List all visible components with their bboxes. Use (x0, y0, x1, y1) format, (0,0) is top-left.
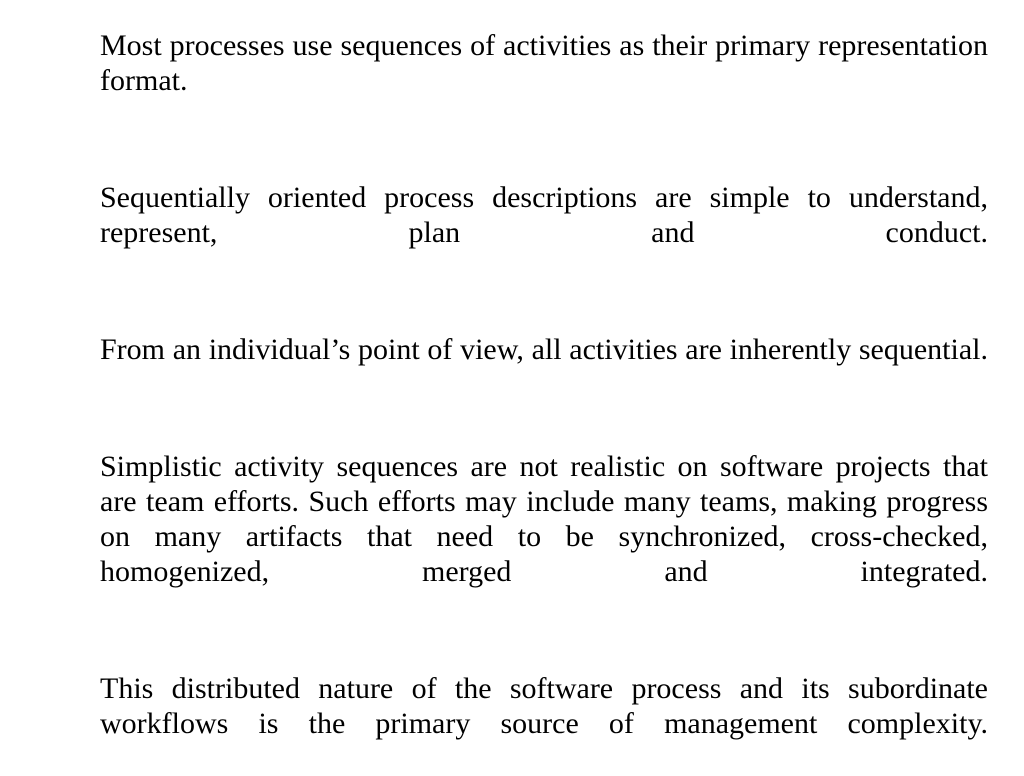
paragraph-1: Most processes use sequences of activiti… (100, 29, 988, 97)
paragraph-4: Simplistic activity sequences are not re… (100, 450, 988, 588)
body-text-block: Most processes use sequences of activiti… (100, 28, 988, 776)
paragraph-2: Sequentially oriented process descriptio… (100, 181, 988, 249)
slide-canvas: Most processes use sequences of activiti… (0, 0, 1024, 768)
paragraph-3: From an individual’s point of view, all … (100, 333, 988, 366)
paragraph-5: This distributed nature of the software … (100, 672, 988, 740)
